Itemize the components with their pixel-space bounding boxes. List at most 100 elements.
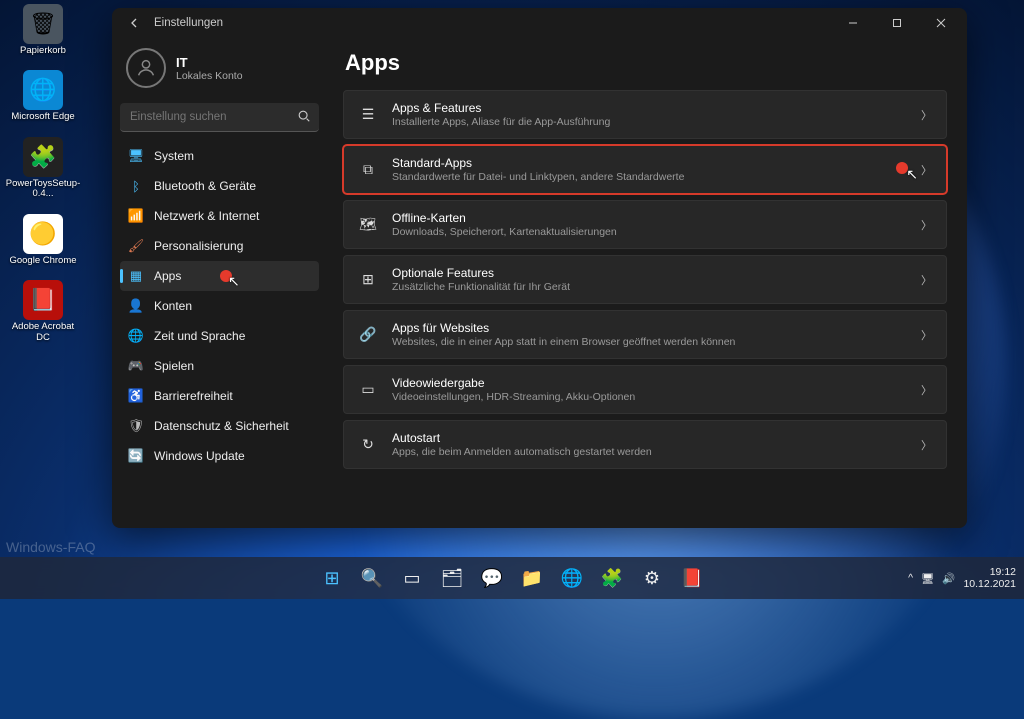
taskbar-chat[interactable]: 💬 <box>474 560 510 596</box>
nav-icon: 📶 <box>128 208 144 224</box>
desktop-icon-glyph: 🧩 <box>23 137 63 177</box>
card-icon: 🗺 <box>358 216 378 233</box>
minimize-button[interactable] <box>831 8 875 38</box>
card-icon: ⧉ <box>358 161 378 178</box>
card-apps-f-r-websites[interactable]: 🔗 Apps für Websites Websites, die in ein… <box>343 310 947 359</box>
taskbar-settings[interactable]: ⚙ <box>634 560 670 596</box>
card-desc: Apps, die beim Anmelden automatisch gest… <box>392 446 652 458</box>
user-subtitle: Lokales Konto <box>176 70 243 82</box>
main-content: Apps ☰ Apps & Features Installierte Apps… <box>327 38 967 528</box>
desktop-icon-1[interactable]: 🌐 Microsoft Edge <box>8 70 78 122</box>
desktop-icon-3[interactable]: 🟡Google Chrome <box>8 214 78 266</box>
taskbar-explorer[interactable]: 🗂 <box>434 560 470 596</box>
desktop-icon-2[interactable]: 🧩PowerToysSetup-0.4... <box>8 137 78 200</box>
nav-icon: 👤 <box>128 298 144 314</box>
tray-chevron-icon[interactable]: ^ <box>908 572 913 584</box>
card-desc: Installierte Apps, Aliase für die App-Au… <box>392 116 610 128</box>
card-icon: ▭ <box>358 381 378 398</box>
desktop-icon-label: Papierkorb <box>20 46 66 56</box>
card-optionale-features[interactable]: ⊞ Optionale Features Zusätzliche Funktio… <box>343 255 947 304</box>
sidebar-item-system[interactable]: 🖥 System <box>120 141 319 171</box>
desktop-icons: 🗑 Papierkorb 🌐 Microsoft Edge 🧩PowerToysSetu… <box>8 4 78 343</box>
card-videowiedergabe[interactable]: ▭ Videowiedergabe Videoeinstellungen, HD… <box>343 365 947 414</box>
page-title: Apps <box>345 50 947 76</box>
nav-label: Konten <box>154 299 192 313</box>
nav-icon: 🖥 <box>128 148 144 164</box>
clock[interactable]: 19:12 10.12.2021 <box>963 566 1016 590</box>
nav-icon: 🎮 <box>128 358 144 374</box>
cursor-icon: ↖ <box>906 166 918 183</box>
desktop-icon-4[interactable]: 📕Adobe Acrobat DC <box>8 280 78 343</box>
card-apps-features[interactable]: ☰ Apps & Features Installierte Apps, Ali… <box>343 90 947 139</box>
user-name: IT <box>176 55 243 70</box>
nav-label: Windows Update <box>154 449 245 463</box>
desktop-icon-0[interactable]: 🗑 Papierkorb <box>8 4 78 56</box>
highlight-dot <box>220 270 232 282</box>
desktop-icon-label: Microsoft Edge <box>11 112 74 122</box>
close-button[interactable] <box>919 8 963 38</box>
card-icon: 🔗 <box>358 326 378 343</box>
settings-window: Einstellungen IT Lokales Konto <box>112 8 967 528</box>
nav-icon: 🖌 <box>128 238 144 254</box>
clock-date: 10.12.2021 <box>963 578 1016 590</box>
sidebar-item-konten[interactable]: 👤 Konten <box>120 291 319 321</box>
titlebar: Einstellungen <box>112 8 967 38</box>
tray-volume-icon[interactable]: 🔊 <box>942 572 955 585</box>
nav-label: System <box>154 149 194 163</box>
maximize-button[interactable] <box>875 8 919 38</box>
desktop-icon-glyph: 📕 <box>23 280 63 320</box>
sidebar-item-apps[interactable]: ▦Apps↖ <box>120 261 319 291</box>
watermark: Windows-FAQ <box>6 539 95 555</box>
nav-icon: ♿ <box>128 388 144 404</box>
search-input[interactable] <box>120 103 319 132</box>
desktop-icon-label: Adobe Acrobat DC <box>8 322 78 343</box>
sidebar-item-zeit-und-sprache[interactable]: 🌐Zeit und Sprache <box>120 321 319 351</box>
chevron-right-icon: 〉 <box>921 107 932 123</box>
window-title: Einstellungen <box>154 17 223 29</box>
search-icon <box>297 109 311 123</box>
tray-network-icon[interactable]: 🖥 <box>921 572 934 585</box>
sidebar-item-datenschutz-sicherheit[interactable]: 🛡 Datenschutz & Sicherheit <box>120 411 319 441</box>
highlight-dot <box>896 162 908 174</box>
taskbar-search[interactable]: 🔍 <box>354 560 390 596</box>
chevron-right-icon: 〉 <box>921 327 932 343</box>
card-title: Videowiedergabe <box>392 376 635 390</box>
back-button[interactable] <box>124 12 146 34</box>
chevron-right-icon: 〉 <box>921 162 932 178</box>
card-title: Autostart <box>392 431 652 445</box>
card-icon: ↻ <box>358 436 378 453</box>
sidebar-item-netzwerk-internet[interactable]: 📶Netzwerk & Internet <box>120 201 319 231</box>
user-card[interactable]: IT Lokales Konto <box>120 44 319 98</box>
avatar-icon <box>126 48 166 88</box>
sidebar-item-windows-update[interactable]: 🔄Windows Update <box>120 441 319 471</box>
taskbar: ⊞🔍▭🗂💬📁🌐🧩⚙📕 ^ 🖥 🔊 19:12 10.12.2021 <box>0 557 1024 599</box>
desktop-icon-glyph: 🗑 <box>23 4 63 44</box>
nav-icon: 🌐 <box>128 328 144 344</box>
clock-time: 19:12 <box>963 566 1016 578</box>
taskbar-edge[interactable]: 🌐 <box>554 560 590 596</box>
system-tray: ^ 🖥 🔊 19:12 10.12.2021 <box>908 566 1016 590</box>
sidebar-item-personalisierung[interactable]: 🖌 Personalisierung <box>120 231 319 261</box>
card-desc: Videoeinstellungen, HDR-Streaming, Akku-… <box>392 391 635 403</box>
taskbar-acrobat[interactable]: 📕 <box>674 560 710 596</box>
card-offline-karten[interactable]: 🗺 Offline-Karten Downloads, Speicherort,… <box>343 200 947 249</box>
card-desc: Downloads, Speicherort, Kartenaktualisie… <box>392 226 617 238</box>
taskbar-powertoys[interactable]: 🧩 <box>594 560 630 596</box>
taskbar-start[interactable]: ⊞ <box>314 560 350 596</box>
taskbar-files[interactable]: 📁 <box>514 560 550 596</box>
nav-label: Barrierefreiheit <box>154 389 233 403</box>
sidebar-item-bluetooth-ger-te[interactable]: ᛒBluetooth & Geräte <box>120 171 319 201</box>
card-standard-apps[interactable]: ⧉ Standard-Apps Standardwerte für Datei-… <box>343 145 947 194</box>
nav-label: Spielen <box>154 359 194 373</box>
card-autostart[interactable]: ↻ Autostart Apps, die beim Anmelden auto… <box>343 420 947 469</box>
sidebar-item-barrierefreiheit[interactable]: ♿ Barrierefreiheit <box>120 381 319 411</box>
nav-icon: ᛒ <box>128 178 144 194</box>
taskbar-taskview[interactable]: ▭ <box>394 560 430 596</box>
desktop-icon-glyph: 🌐 <box>23 70 63 110</box>
sidebar: IT Lokales Konto 🖥 System ᛒBluetooth & Ger… <box>112 38 327 528</box>
search-box[interactable] <box>120 103 319 132</box>
nav-label: Datenschutz & Sicherheit <box>154 419 289 433</box>
sidebar-item-spielen[interactable]: 🎮 Spielen <box>120 351 319 381</box>
nav-label: Personalisierung <box>154 239 243 253</box>
nav-icon: 🛡 <box>128 418 144 434</box>
